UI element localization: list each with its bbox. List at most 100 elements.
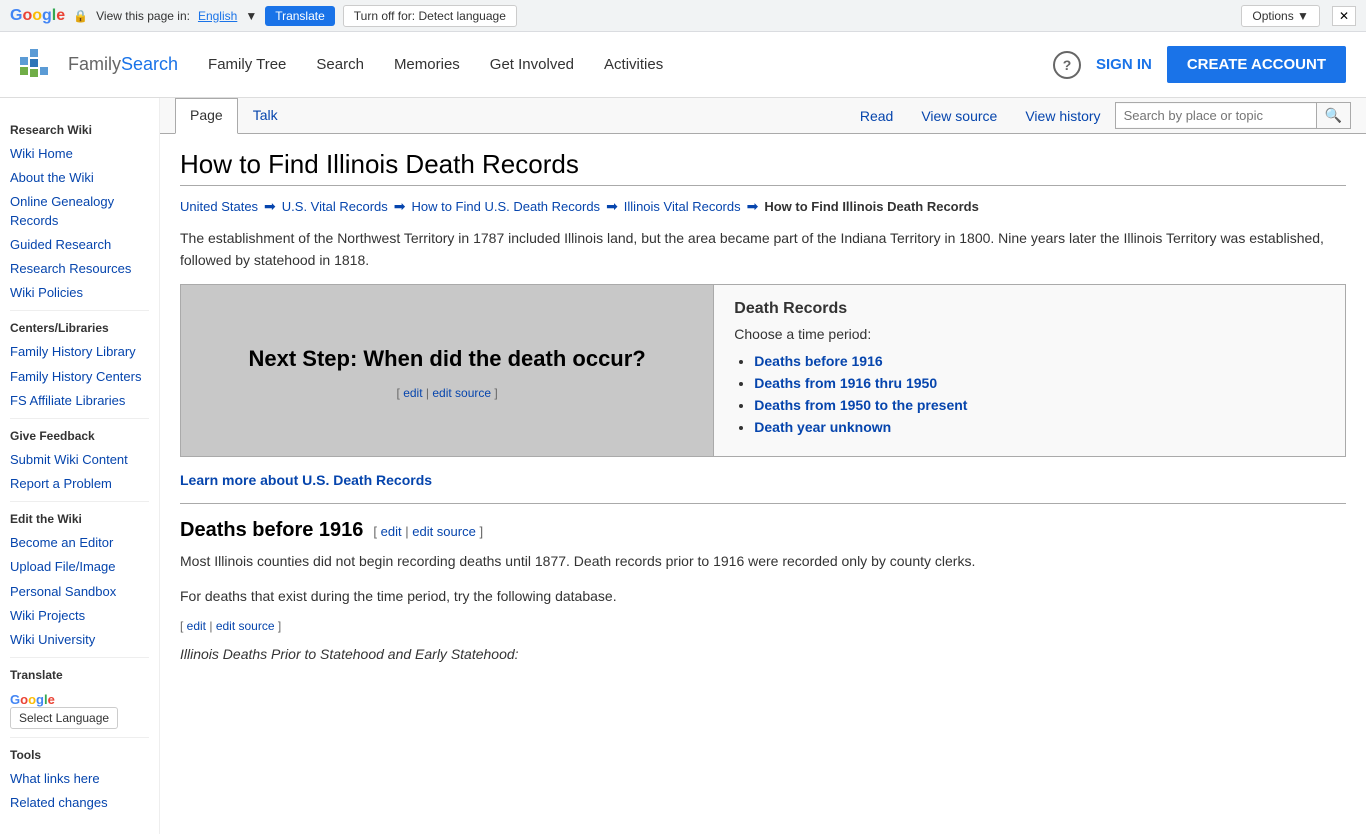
tab-actions: Read View source View history 🔍 [846, 98, 1351, 133]
nav-memories[interactable]: Memories [394, 52, 460, 77]
info-box-edit-link[interactable]: edit [403, 386, 422, 400]
create-account-button[interactable]: CREATE ACCOUNT [1167, 46, 1346, 83]
tab-page[interactable]: Page [175, 98, 238, 134]
breadcrumb-arrow-1: ➡ [264, 198, 276, 215]
sidebar-tools-title: Tools [10, 748, 149, 762]
breadcrumb-arrow-2: ➡ [394, 198, 406, 215]
help-icon[interactable]: ? [1053, 51, 1081, 79]
section1-subheading: Illinois Deaths Prior to Statehood and E… [180, 643, 1346, 665]
sidebar-give-feedback-title: Give Feedback [10, 429, 149, 443]
translate-close-button[interactable]: ✕ [1332, 6, 1356, 26]
translate-bar: Google 🔒 View this page in: English▼ Tra… [0, 0, 1366, 32]
translate-bar-text: View this page in: [96, 9, 190, 23]
info-box-edit-source-link[interactable]: edit source [432, 386, 491, 400]
sidebar: Research Wiki Wiki Home About the Wiki O… [0, 98, 160, 834]
tab-search-box: 🔍 [1115, 102, 1351, 129]
tab-read[interactable]: Read [846, 100, 907, 132]
sidebar-item-wiki-projects[interactable]: Wiki Projects [10, 607, 149, 625]
sidebar-item-online-genealogy[interactable]: Online Genealogy Records [10, 193, 149, 229]
sidebar-centers-title: Centers/Libraries [10, 321, 149, 335]
article-title: How to Find Illinois Death Records [180, 149, 1346, 186]
list-item: Death year unknown [754, 419, 1325, 435]
nav-get-involved[interactable]: Get Involved [490, 52, 574, 77]
sidebar-item-report-problem[interactable]: Report a Problem [10, 475, 149, 493]
breadcrumb-arrow-4: ➡ [747, 198, 759, 215]
info-box: Next Step: When did the death occur? [ e… [180, 284, 1346, 457]
sidebar-item-research-resources[interactable]: Research Resources [10, 260, 149, 278]
sidebar-translate: Google Select Language [10, 692, 149, 729]
nav-activities[interactable]: Activities [604, 52, 663, 77]
breadcrumb-link-us-death-records[interactable]: How to Find U.S. Death Records [411, 199, 600, 214]
search-button[interactable]: 🔍 [1316, 103, 1350, 128]
breadcrumb-link-vital-records[interactable]: U.S. Vital Records [282, 199, 388, 214]
logo-text: FamilySearch [68, 54, 178, 75]
info-box-edit-links: [ edit | edit source ] [397, 386, 498, 400]
lock-icon: 🔒 [73, 9, 88, 23]
sidebar-item-wiki-policies[interactable]: Wiki Policies [10, 284, 149, 302]
list-item: Deaths from 1950 to the present [754, 397, 1325, 413]
section1-edit-source-link[interactable]: edit source [412, 524, 476, 539]
sidebar-item-about-wiki[interactable]: About the Wiki [10, 169, 149, 187]
nav-family-tree[interactable]: Family Tree [208, 52, 286, 77]
sidebar-google-logo: Google [10, 692, 55, 707]
breadcrumb-link-illinois-vital-records[interactable]: Illinois Vital Records [624, 199, 741, 214]
section1-inline-edit-links: [ edit | edit source ] [180, 619, 1346, 633]
search-input[interactable] [1116, 104, 1316, 127]
tab-view-history[interactable]: View history [1011, 100, 1114, 132]
sidebar-item-upload-file[interactable]: Upload File/Image [10, 558, 149, 576]
sign-in-button[interactable]: SIGN IN [1096, 56, 1152, 73]
sidebar-item-family-history-centers[interactable]: Family History Centers [10, 368, 149, 386]
nav-search[interactable]: Search [316, 52, 364, 77]
death-link-1916-1950[interactable]: Deaths from 1916 thru 1950 [754, 375, 937, 391]
main-nav: Family Tree Search Memories Get Involved… [208, 52, 1053, 77]
sidebar-item-become-editor[interactable]: Become an Editor [10, 534, 149, 552]
select-language-button[interactable]: Select Language [10, 707, 118, 729]
death-link-year-unknown[interactable]: Death year unknown [754, 419, 891, 435]
section1-heading: Deaths before 1916 [ edit | edit source … [180, 519, 1346, 542]
tab-spacer [293, 98, 846, 133]
options-button[interactable]: Options ▼ [1241, 5, 1320, 27]
sidebar-item-personal-sandbox[interactable]: Personal Sandbox [10, 583, 149, 601]
section1-inline-edit-source[interactable]: edit source [216, 619, 275, 633]
sidebar-item-submit-wiki[interactable]: Submit Wiki Content [10, 451, 149, 469]
section1-para2: For deaths that exist during the time pe… [180, 585, 1346, 607]
learn-more-link[interactable]: Learn more about U.S. Death Records [180, 472, 1346, 488]
section-divider-1 [180, 503, 1346, 504]
tab-bar: Page Talk Read View source View history … [160, 98, 1366, 134]
sidebar-edit-wiki-title: Edit the Wiki [10, 512, 149, 526]
main-header: FamilySearch Family Tree Search Memories… [0, 32, 1366, 98]
translate-language-link[interactable]: English [198, 9, 237, 23]
sidebar-item-what-links-here[interactable]: What links here [10, 770, 149, 788]
death-link-before-1916[interactable]: Deaths before 1916 [754, 353, 882, 369]
section1-para1: Most Illinois counties did not begin rec… [180, 550, 1346, 572]
sidebar-translate-title: Translate [10, 668, 149, 682]
article: How to Find Illinois Death Records Unite… [160, 134, 1366, 692]
info-box-right-subheading: Choose a time period: [734, 323, 1325, 345]
sidebar-item-family-history-library[interactable]: Family History Library [10, 343, 149, 361]
breadcrumb-link-us[interactable]: United States [180, 199, 258, 214]
sidebar-item-guided-research[interactable]: Guided Research [10, 236, 149, 254]
breadcrumb: United States ➡ U.S. Vital Records ➡ How… [180, 198, 1346, 215]
section1-inline-edit[interactable]: edit [187, 619, 206, 633]
info-box-right: Death Records Choose a time period: Deat… [714, 285, 1345, 456]
death-link-1950-present[interactable]: Deaths from 1950 to the present [754, 397, 967, 413]
list-item: Deaths before 1916 [754, 353, 1325, 369]
sidebar-item-wiki-university[interactable]: Wiki University [10, 631, 149, 649]
breadcrumb-current: How to Find Illinois Death Records [764, 199, 979, 214]
sidebar-item-related-changes[interactable]: Related changes [10, 794, 149, 812]
sidebar-item-fs-affiliate-libraries[interactable]: FS Affiliate Libraries [10, 392, 149, 410]
info-box-right-list: Deaths before 1916 Deaths from 1916 thru… [734, 353, 1325, 435]
sidebar-research-wiki-title: Research Wiki [10, 123, 149, 137]
sidebar-item-wiki-home[interactable]: Wiki Home [10, 145, 149, 163]
translate-button[interactable]: Translate [265, 6, 335, 26]
turnoff-button[interactable]: Turn off for: Detect language [343, 5, 517, 27]
article-intro: The establishment of the Northwest Terri… [180, 227, 1346, 272]
logo-link[interactable]: FamilySearch [20, 45, 178, 85]
google-logo: Google [10, 7, 65, 25]
tab-view-source[interactable]: View source [907, 100, 1011, 132]
info-box-left-text: Next Step: When did the death occur? [249, 341, 646, 376]
section1-edit-link[interactable]: edit [381, 524, 402, 539]
content-wrapper: Research Wiki Wiki Home About the Wiki O… [0, 98, 1366, 834]
tab-talk[interactable]: Talk [238, 98, 293, 134]
info-box-right-heading: Death Records [734, 300, 1325, 318]
